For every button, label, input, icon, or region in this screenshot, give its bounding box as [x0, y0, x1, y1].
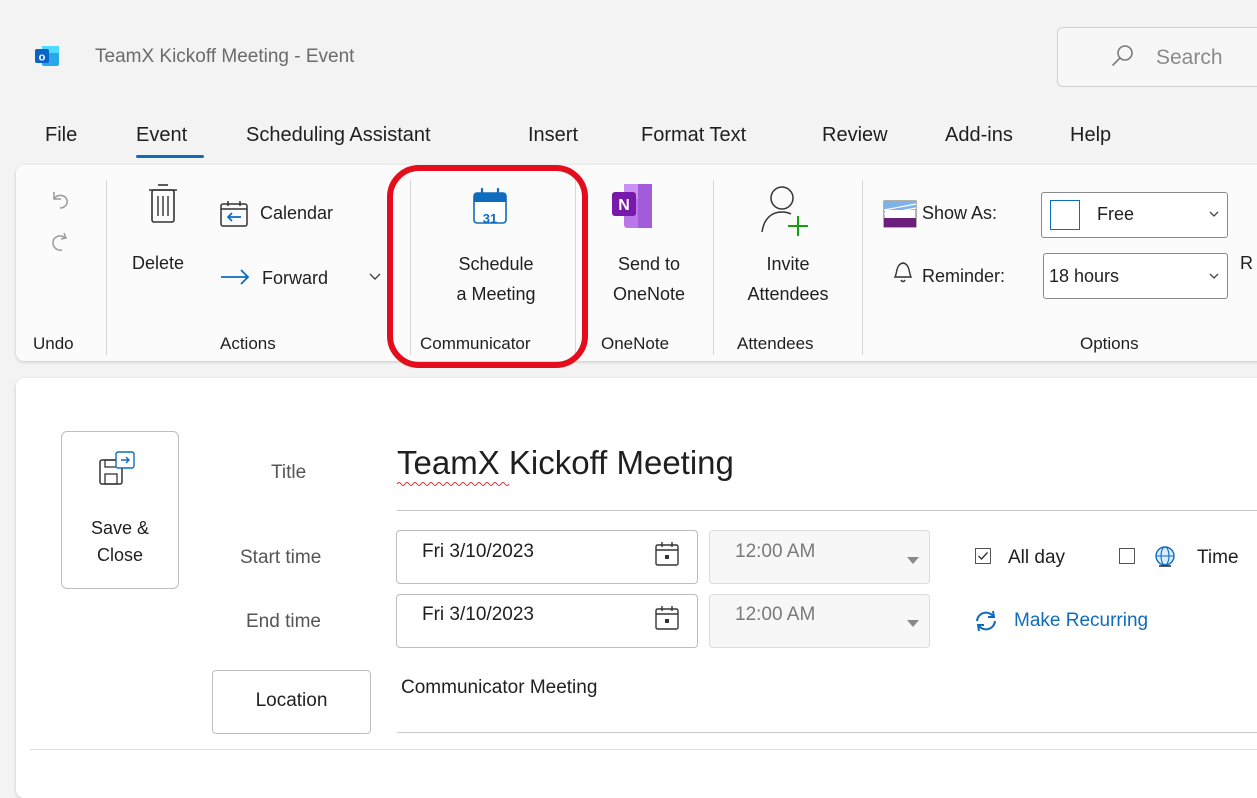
highlight-annotation [387, 165, 588, 368]
tab-help[interactable]: Help [1070, 124, 1111, 147]
invite-line-1: Invite [766, 254, 810, 274]
group-separator [106, 180, 107, 355]
location-underline [397, 732, 1257, 733]
outlook-logo-icon: o [35, 46, 59, 66]
globe-icon [1155, 546, 1175, 567]
tab-insert[interactable]: Insert [528, 124, 578, 147]
spellcheck-squiggle [397, 482, 510, 486]
redo-icon[interactable] [48, 230, 72, 254]
save-close-line-1: Save & [90, 518, 150, 538]
invite-line-2: Attendees [747, 284, 829, 304]
all-day-label[interactable]: All day [1008, 547, 1065, 569]
end-time-caret-down-icon[interactable] [906, 619, 920, 628]
group-separator [713, 180, 714, 355]
onenote-line-2: OneNote [612, 284, 686, 304]
location-button-label[interactable]: Location [212, 690, 371, 712]
reminder-label: Reminder: [922, 266, 1006, 286]
reminder-chevron-down-icon[interactable] [1208, 272, 1220, 281]
group-label-onenote: OneNote [601, 334, 670, 353]
time-zones-label[interactable]: Time [1197, 547, 1239, 569]
save-close-label[interactable]: Save & Close [62, 515, 178, 569]
invite-attendees-button[interactable]: Invite Attendees [736, 249, 840, 309]
tab-add-ins[interactable]: Add-ins [945, 124, 1013, 147]
calendar-forward-icon[interactable] [219, 200, 249, 228]
start-time-label: Start time [240, 547, 322, 568]
tab-scheduling-assistant[interactable]: Scheduling Assistant [246, 124, 431, 147]
title-input[interactable]: TeamX Kickoff Meeting [397, 444, 734, 482]
undo-icon[interactable] [48, 188, 72, 212]
show-as-icon [883, 200, 917, 228]
group-separator [862, 180, 863, 355]
tab-file[interactable]: File [45, 124, 77, 147]
recurring-icon[interactable] [973, 609, 999, 633]
start-date-calendar-icon[interactable] [654, 541, 680, 567]
location-input[interactable]: Communicator Meeting [401, 677, 597, 699]
show-as-swatch [1050, 200, 1080, 230]
search-icon[interactable] [1108, 42, 1138, 72]
time-zones-checkbox[interactable] [1119, 548, 1135, 564]
event-form-card [16, 378, 1257, 798]
svg-text:N: N [618, 197, 630, 214]
start-time-value[interactable]: 12:00 AM [735, 541, 815, 563]
group-label-options: Options [1080, 334, 1139, 353]
forward-arrow-icon[interactable] [219, 266, 253, 288]
end-date-value[interactable]: Fri 3/10/2023 [422, 604, 534, 626]
delete-button[interactable]: Delete [132, 253, 184, 274]
onenote-line-1: Send to [617, 254, 681, 274]
save-close-icon[interactable] [96, 446, 140, 490]
title-underline [397, 510, 1257, 511]
show-as-chevron-down-icon[interactable] [1208, 210, 1220, 219]
show-as-label: Show As: [922, 203, 998, 223]
start-time-caret-down-icon[interactable] [906, 556, 920, 565]
forward-chevron-down-icon[interactable] [368, 272, 382, 282]
end-time-label: End time [246, 611, 321, 632]
title-label: Title [271, 462, 307, 483]
tab-event[interactable]: Event [136, 124, 187, 147]
onenote-icon[interactable]: N [610, 182, 654, 230]
body-divider [30, 749, 1257, 750]
search-label[interactable]: Search [1156, 46, 1223, 70]
checkmark-icon[interactable] [976, 549, 990, 563]
end-time-value[interactable]: 12:00 AM [735, 604, 815, 626]
start-date-value[interactable]: Fri 3/10/2023 [422, 541, 534, 563]
calendar-button[interactable]: Calendar [260, 203, 333, 224]
group-label-attendees: Attendees [737, 334, 814, 353]
delete-icon[interactable] [145, 182, 181, 226]
bell-icon [893, 262, 913, 283]
end-date-calendar-icon[interactable] [654, 605, 680, 631]
make-recurring-link[interactable]: Make Recurring [1014, 610, 1148, 632]
tab-format-text[interactable]: Format Text [641, 124, 746, 147]
window-title: TeamX Kickoff Meeting - Event [95, 46, 355, 67]
group-label-actions: Actions [220, 334, 276, 353]
truncated-option-label: R [1240, 253, 1253, 273]
reminder-value[interactable]: 18 hours [1049, 266, 1119, 287]
invite-attendees-icon[interactable] [758, 182, 808, 238]
save-close-line-2: Close [96, 545, 144, 565]
svg-text:o: o [39, 52, 46, 64]
active-tab-indicator [136, 155, 204, 158]
tab-review[interactable]: Review [822, 124, 888, 147]
group-label-undo: Undo [33, 334, 74, 353]
show-as-value[interactable]: Free [1097, 204, 1134, 225]
forward-button[interactable]: Forward [262, 268, 328, 289]
send-to-onenote-button[interactable]: Send to OneNote [596, 249, 702, 309]
